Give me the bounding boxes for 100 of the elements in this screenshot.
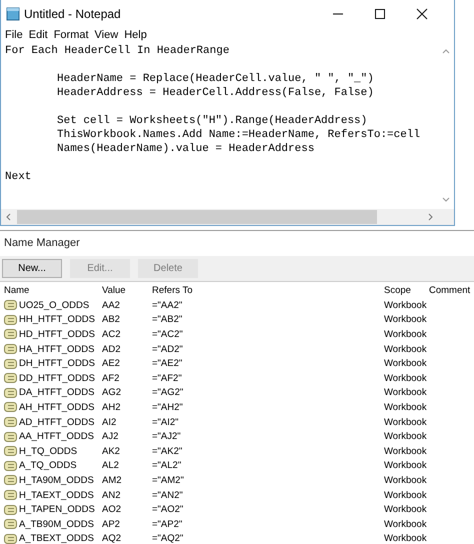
horizontal-scrollbar-thumb[interactable] <box>17 210 377 224</box>
name-tag-icon <box>4 519 17 530</box>
table-cell[interactable]: H_TQ_ODDS <box>19 446 78 457</box>
table-cell-text: ="AP2" <box>152 518 184 530</box>
table-cell-text: AM2 <box>102 474 123 486</box>
name-tag-icon <box>4 460 17 471</box>
name-tag-icon <box>4 344 17 354</box>
name-tag-icon <box>4 490 17 500</box>
table-cell-text: Workbook <box>384 387 428 398</box>
table-cell-text: ="AI2" <box>152 416 180 428</box>
table-cell-text: AP2 <box>102 518 121 530</box>
table-cell-text: Workbook <box>384 300 428 311</box>
table-cell[interactable]: HH_HTFT_ODDS <box>19 314 96 326</box>
menu-item[interactable]: Help <box>124 28 147 40</box>
table-cell[interactable]: AA_HTFT_ODDS <box>19 431 94 442</box>
table-cell-text: Workbook <box>384 474 428 486</box>
table-cell[interactable]: H_TAPEN_ODDS <box>19 504 95 516</box>
table-cell[interactable]: DA_HTFT_ODDS <box>19 387 94 398</box>
table-cell-text: Workbook <box>384 490 428 501</box>
column-header[interactable]: Value <box>102 284 152 296</box>
close-icon[interactable] <box>416 8 428 20</box>
table-cell-text: Workbook <box>384 402 428 413</box>
table-cell-text: ="AL2" <box>152 460 182 472</box>
table-cell[interactable]: DH_HTFT_ODDS <box>19 358 96 370</box>
name-tag-icon <box>4 446 17 456</box>
window-title: Untitled - Notepad <box>24 6 121 20</box>
name-tag-icon <box>4 475 17 486</box>
table-cell[interactable]: H_TA90M_ODDS <box>19 474 94 486</box>
table-cell-text: Workbook <box>384 328 428 340</box>
menu-item[interactable]: File <box>5 28 23 40</box>
menu-item[interactable]: Edit <box>28 28 48 40</box>
scroll-right-icon[interactable] <box>428 213 434 221</box>
table-cell-text: AA2 <box>102 300 121 311</box>
name-tag-icon <box>4 358 17 369</box>
code-line: Names(HeaderName).value = HeaderAddress <box>56 142 314 156</box>
table-cell-text: AO2 <box>102 504 122 516</box>
table-cell-text: ="AF2" <box>152 372 183 384</box>
code-line: HeaderAddress = HeaderCell.Address(False, False) <box>56 86 374 100</box>
table-cell-text: Workbook <box>384 533 428 544</box>
table-cell-text: AF2 <box>102 372 120 384</box>
table-cell-text: AL2 <box>102 460 120 472</box>
table-cell-text: Workbook <box>384 518 428 530</box>
table-cell[interactable]: AD_HTFT_ODDS <box>19 416 94 428</box>
table-cell-text: AK2 <box>102 446 121 457</box>
table-cell-text: ="AC2" <box>152 328 184 340</box>
table-cell[interactable]: A_TQ_ODDS <box>19 460 77 472</box>
dialog-title: Name Manager <box>3 236 81 251</box>
scroll-left-icon[interactable] <box>5 213 11 221</box>
table-cell[interactable]: HD_HTFT_ODDS <box>19 328 96 340</box>
table-cell-text: AC2 <box>102 328 122 340</box>
table-cell[interactable]: UO25_O_ODDS <box>19 300 90 311</box>
table-cell-text: Workbook <box>384 372 428 384</box>
table-cell-text: AQ2 <box>102 533 122 544</box>
table-cell[interactable]: DD_HTFT_ODDS <box>19 372 96 384</box>
menu-item[interactable]: View <box>94 28 118 40</box>
table-cell-text: ="AN2" <box>152 490 184 501</box>
table-cell-text: ="AJ2" <box>152 431 182 442</box>
column-header[interactable]: Name <box>4 284 102 296</box>
table-cell-text: Workbook <box>384 344 428 355</box>
name-tag-icon <box>4 402 17 412</box>
table-cell-text: AH2 <box>102 402 122 413</box>
scroll-up-icon[interactable] <box>442 48 450 54</box>
name-tag-icon <box>4 432 17 442</box>
name-tag-icon <box>4 417 17 428</box>
table-cell-text: ="AE2" <box>152 358 184 370</box>
table-cell[interactable]: H_TAEXT_ODDS <box>19 490 94 501</box>
table-cell-text: AJ2 <box>102 431 120 442</box>
name-tag-icon <box>4 300 17 310</box>
table-cell-text: AD2 <box>102 344 122 355</box>
table-cell-text: ="AM2" <box>152 474 185 486</box>
code-line: Set cell = Worksheets("H").Range(HeaderAddress) <box>56 114 368 128</box>
table-cell-text: Workbook <box>384 431 428 442</box>
table-cell[interactable]: A_TBEXT_ODDS <box>19 533 94 544</box>
table-cell-text: ="AK2" <box>152 446 184 457</box>
column-header[interactable]: Scope <box>384 284 429 296</box>
table-cell-text: ="AO2" <box>152 504 184 516</box>
table-cell-text: Workbook <box>384 460 428 472</box>
table-cell-text: ="AG2" <box>152 387 184 398</box>
name-tag-icon <box>4 329 17 340</box>
scroll-down-icon[interactable] <box>442 197 450 203</box>
table-cell-text: ="AD2" <box>152 344 184 355</box>
notepad-icon <box>6 6 20 20</box>
menu-item[interactable]: Format <box>54 28 89 40</box>
column-header[interactable]: Refers To <box>152 284 384 296</box>
table-cell-text: AE2 <box>102 358 121 370</box>
table-cell-text: ="AB2" <box>152 314 184 326</box>
toolbar-button[interactable]: New... <box>2 259 62 278</box>
table-cell-text: Workbook <box>384 446 428 457</box>
table-cell-text: ="AA2" <box>152 300 184 311</box>
table-cell[interactable]: AH_HTFT_ODDS <box>19 402 94 413</box>
table-cell-text: ="AH2" <box>152 402 184 413</box>
code-line: Next <box>5 170 32 184</box>
code-line: HeaderName = Replace(HeaderCell.value, " ", "_") <box>56 72 374 86</box>
name-tag-icon <box>4 504 17 515</box>
table-cell[interactable]: A_TB90M_ODDS <box>19 518 94 530</box>
table-cell[interactable]: HA_HTFT_ODDS <box>19 344 94 355</box>
maximize-icon[interactable] <box>374 8 386 20</box>
name-tag-icon <box>4 373 17 384</box>
column-header[interactable]: Comment <box>429 284 473 296</box>
name-tag-icon <box>4 534 17 544</box>
